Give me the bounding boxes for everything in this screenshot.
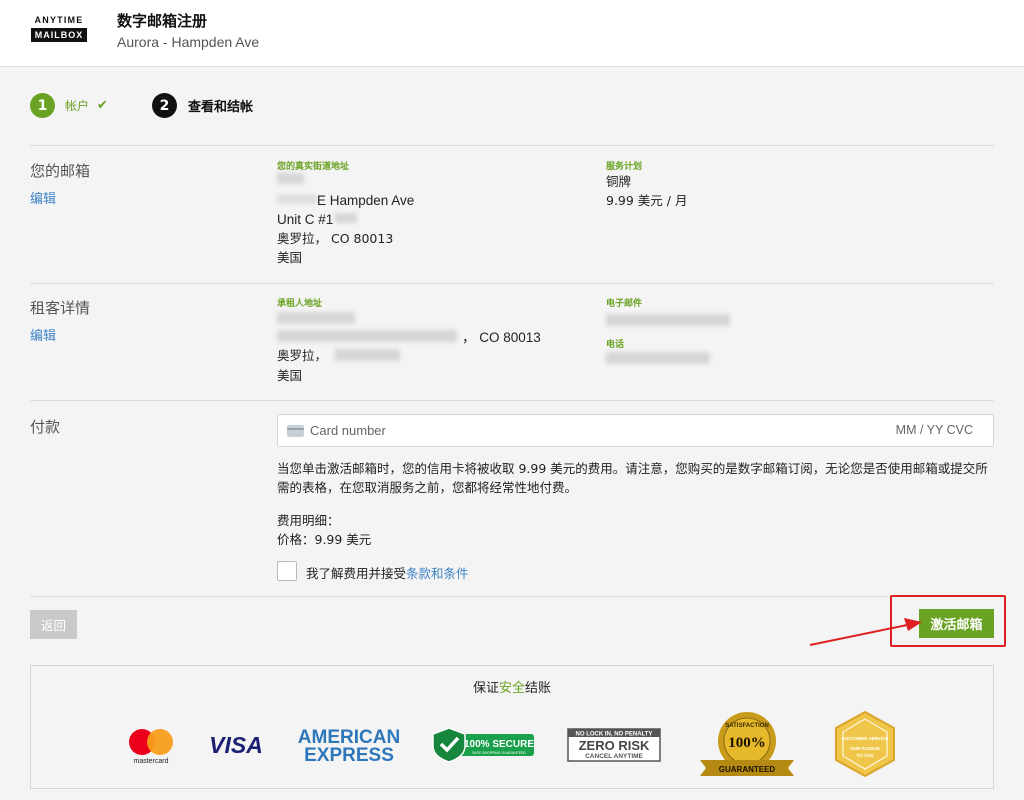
phone-label: 电话 xyxy=(606,340,625,350)
anytime-mailbox-logo[interactable]: ANYTIME MAILBOX xyxy=(31,15,87,42)
address-unit: Unit C #1 xyxy=(277,212,334,227)
redacted-text xyxy=(335,213,357,223)
zero-risk-bottom-text: CANCEL ANYTIME xyxy=(585,753,643,760)
zero-risk-main-text: ZERO RISK xyxy=(579,738,650,753)
amex-line2: EXPRESS xyxy=(304,745,394,764)
plan-name: 铜牌 xyxy=(606,174,632,189)
secure-checkout-title: 保证安全结账 xyxy=(472,681,552,696)
address-street: E Hampden Ave xyxy=(317,193,415,208)
renter-address-country: 美国 xyxy=(277,368,303,383)
card-expiry-cvc-placeholder[interactable]: MM / YY CVC xyxy=(896,423,973,437)
secure-main-text: 100% SECURE xyxy=(464,739,534,750)
redacted-text xyxy=(277,194,317,204)
divider xyxy=(30,283,994,284)
address-city: 奥罗拉， CO 80013 xyxy=(277,231,394,246)
card-number-placeholder: Card number xyxy=(310,423,386,438)
email-label: 电子邮件 xyxy=(606,299,643,309)
secure-checkout-panel: 保证安全结账 mastercard VISA AMERICAN EXPRESS … xyxy=(30,665,994,789)
redacted-text xyxy=(277,330,457,342)
top-bar: ANYTIME MAILBOX 数字邮箱注册 Aurora - Hampden … xyxy=(0,0,1024,67)
redacted-text xyxy=(277,312,355,324)
fee-detail-title: 费用明细： xyxy=(277,513,340,528)
renter-address-city: 奥罗拉， xyxy=(277,348,328,363)
edit-renter-link[interactable]: 编辑 xyxy=(30,325,56,344)
logo-line2: MAILBOX xyxy=(31,28,87,42)
customer-service-badge-icon: CUSTOMER SERVICE OUR PLEDGE TO YOU xyxy=(835,710,895,778)
plan-price: 9.99 美元 / 月 xyxy=(606,193,688,208)
mastercard-logo-icon: mastercard xyxy=(129,729,173,765)
check-icon: ✔ xyxy=(97,98,108,113)
annotation-arrow-icon xyxy=(809,618,922,646)
sat-main-text: 100% xyxy=(728,735,766,751)
accept-terms-checkbox[interactable] xyxy=(277,561,297,581)
terms-link[interactable]: 条款和条件 xyxy=(406,566,469,581)
step-review-checkout: 2 查看和结帐 xyxy=(152,93,253,118)
renter-address-state: ， CO 80013 xyxy=(462,330,541,345)
section-title-mailbox: 您的邮箱 xyxy=(30,162,91,180)
charge-notice: 当您单击激活邮箱时，您的信用卡将被收取 9.99 美元的费用。请注意，您购买的是… xyxy=(277,461,988,495)
address-country: 美国 xyxy=(277,250,303,265)
divider xyxy=(30,596,994,597)
step-label: 帐户 xyxy=(65,99,90,113)
cs-mid-text: OUR PLEDGE xyxy=(850,746,880,751)
zero-risk-top-text: NO LOCK IN, NO PENALTY xyxy=(576,732,653,738)
step-number: 2 xyxy=(152,93,177,118)
sat-top-text: SATISFACTION xyxy=(725,723,769,729)
edit-mailbox-link[interactable]: 编辑 xyxy=(30,188,56,207)
card-number-input[interactable]: Card number MM / YY CVC xyxy=(277,414,994,447)
cs-bottom-text: TO YOU xyxy=(856,753,873,758)
sat-ribbon-text: GUARANTEED xyxy=(719,765,776,774)
price-line: 价格：9.99 美元 xyxy=(277,532,372,547)
location-subtitle: Aurora - Hampden Ave xyxy=(117,34,260,50)
cs-top-text: CUSTOMER SERVICE xyxy=(842,736,889,741)
redacted-text xyxy=(277,173,304,184)
step-number: 1 xyxy=(30,93,55,118)
satisfaction-guaranteed-badge-icon: SATISFACTION 100% GUARANTEED xyxy=(700,712,794,776)
credit-card-icon xyxy=(287,425,304,437)
zero-risk-badge-icon: NO LOCK IN, NO PENALTY ZERO RISK CANCEL … xyxy=(567,728,661,762)
accept-terms-text: 我了解费用并接受 xyxy=(306,566,407,581)
accept-terms-label[interactable]: 我了解费用并接受条款和条件 xyxy=(306,563,469,582)
service-plan-label: 服务计划 xyxy=(606,162,643,172)
secure-shopping-badge-icon: 100% SECURE SAFE SHOPPING GUARANTEED xyxy=(432,727,534,763)
redacted-text xyxy=(606,352,710,364)
section-title-renter: 租客详情 xyxy=(30,299,91,317)
visa-logo-icon: VISA xyxy=(209,732,263,758)
redacted-text xyxy=(335,349,400,361)
divider xyxy=(30,400,994,401)
american-express-logo-icon: AMERICAN EXPRESS xyxy=(298,727,400,764)
secure-sub-text: SAFE SHOPPING GUARANTEED xyxy=(472,751,526,755)
renter-address-label: 承租人地址 xyxy=(277,299,323,309)
street-address-label: 您的真实街道地址 xyxy=(277,162,350,172)
divider xyxy=(30,145,994,146)
back-button[interactable]: 返回 xyxy=(30,610,77,639)
redacted-text xyxy=(606,314,730,326)
logo-line1: ANYTIME xyxy=(34,15,84,25)
mastercard-text: mastercard xyxy=(133,758,168,765)
page-title: 数字邮箱注册 xyxy=(117,12,208,30)
visa-text: VISA xyxy=(209,732,263,758)
step-account[interactable]: 1 帐户 ✔ xyxy=(30,93,108,118)
section-title-payment: 付款 xyxy=(30,418,61,436)
step-label: 查看和结帐 xyxy=(188,100,254,115)
